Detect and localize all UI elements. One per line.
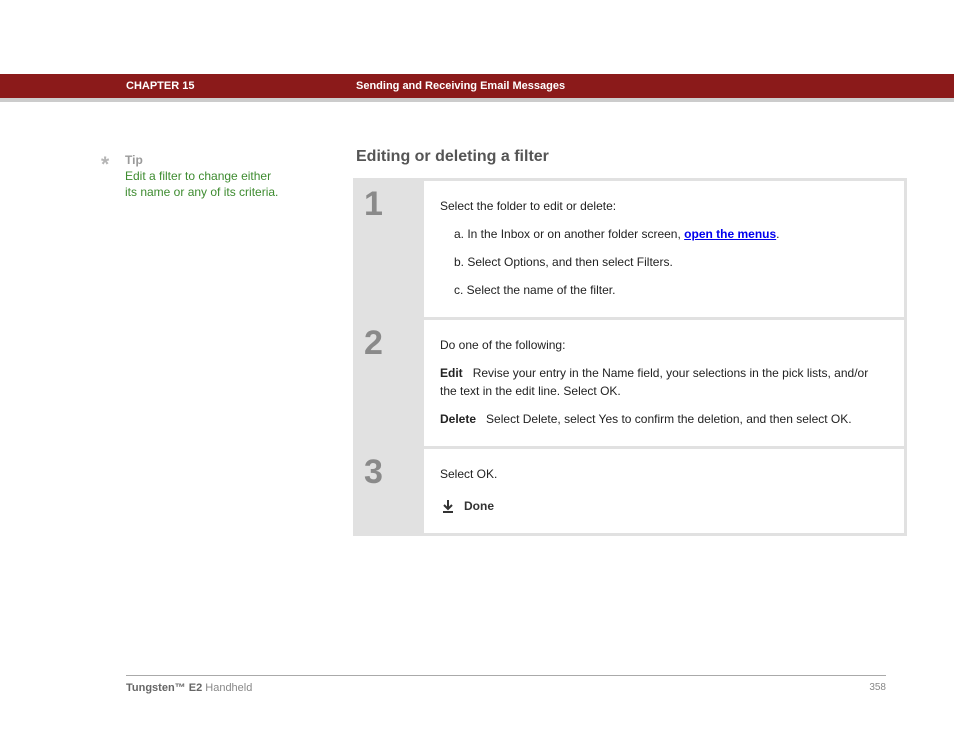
- step-intro: Do one of the following:: [440, 336, 888, 354]
- step-intro: Select OK.: [440, 465, 888, 483]
- step-row: 2 Do one of the following: Edit Revise y…: [356, 320, 904, 446]
- tip-text: Edit a filter to change either its name …: [125, 168, 285, 200]
- asterisk-icon: *: [101, 151, 109, 179]
- tip-block: * Tip Edit a filter to change either its…: [101, 152, 311, 201]
- section-title: Editing or deleting a filter: [356, 148, 549, 166]
- step-number: 1: [356, 181, 424, 317]
- step-row: 3 Select OK. Done: [356, 449, 904, 533]
- steps-container: 1 Select the folder to edit or delete: a…: [353, 178, 907, 536]
- done-arrow-icon: [440, 498, 456, 514]
- step-row: 1 Select the folder to edit or delete: a…: [356, 181, 904, 317]
- header-subtitle: Sending and Receiving Email Messages: [356, 80, 565, 92]
- header-bar: CHAPTER 15 Sending and Receiving Email M…: [0, 74, 954, 102]
- footer: Tungsten™ E2 Handheld 358: [126, 675, 886, 694]
- tip-label: Tip: [125, 152, 311, 168]
- step-sub-item: a. In the Inbox or on another folder scr…: [440, 225, 888, 243]
- product-rest: Handheld: [202, 682, 252, 694]
- sub-suffix: .: [776, 227, 779, 241]
- chapter-label: CHAPTER 15: [126, 80, 194, 92]
- step-sub-item: c. Select the name of the filter.: [440, 281, 888, 299]
- step-body: Select the folder to edit or delete: a. …: [424, 181, 904, 317]
- step-intro: Select the folder to edit or delete:: [440, 197, 888, 215]
- page-number: 358: [869, 682, 886, 694]
- step-def: Edit Revise your entry in the Name field…: [440, 364, 888, 400]
- step-def: Delete Select Delete, select Yes to conf…: [440, 410, 888, 428]
- step-number: 2: [356, 320, 424, 446]
- open-menus-link[interactable]: open the menus: [684, 227, 776, 241]
- def-desc: Select Delete, select Yes to confirm the…: [486, 412, 852, 426]
- step-sub-item: b. Select Options, and then select Filte…: [440, 253, 888, 271]
- def-desc: Revise your entry in the Name field, you…: [440, 366, 868, 398]
- header-red-strip: CHAPTER 15 Sending and Receiving Email M…: [0, 74, 954, 98]
- sub-text: a. In the Inbox or on another folder scr…: [454, 227, 684, 241]
- step-number: 3: [356, 449, 424, 533]
- done-row: Done: [440, 497, 888, 515]
- product-name: Tungsten™ E2 Handheld: [126, 682, 252, 694]
- step-body: Select OK. Done: [424, 449, 904, 533]
- def-term: Edit: [440, 366, 463, 380]
- done-label: Done: [464, 497, 494, 515]
- def-term: Delete: [440, 412, 476, 426]
- step-body: Do one of the following: Edit Revise you…: [424, 320, 904, 446]
- header-gray-strip: [0, 98, 954, 102]
- product-bold: Tungsten™ E2: [126, 682, 202, 694]
